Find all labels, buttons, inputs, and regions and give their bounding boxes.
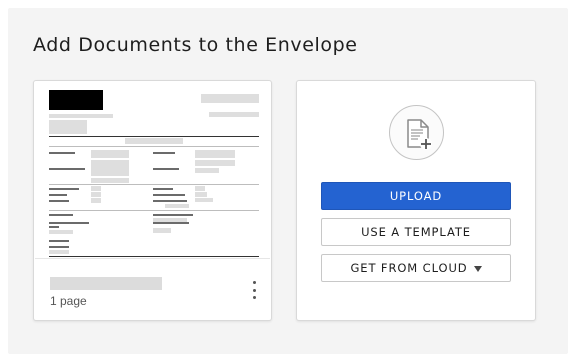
thumb-logo-block — [49, 90, 103, 110]
thumb-label — [153, 214, 193, 216]
thumb-section-block — [125, 138, 183, 144]
thumb-field — [195, 168, 219, 173]
use-template-button-label: USE A TEMPLATE — [361, 225, 471, 239]
thumb-label — [49, 194, 67, 196]
thumb-label — [49, 168, 85, 170]
document-name-placeholder — [50, 277, 162, 290]
thumb-field — [195, 150, 235, 158]
thumb-rule — [49, 136, 259, 137]
thumb-field — [165, 204, 189, 208]
thumb-label — [153, 200, 187, 202]
thumb-field — [49, 230, 73, 234]
thumb-field — [195, 198, 213, 202]
thumb-label — [49, 214, 73, 216]
thumb-label — [49, 246, 69, 248]
thumb-rule — [49, 256, 259, 257]
thumb-label — [49, 222, 89, 224]
thumb-field — [91, 192, 101, 197]
thumb-field — [91, 198, 101, 203]
caret-down-icon — [473, 265, 482, 272]
thumb-header-block — [49, 114, 113, 118]
thumb-label — [153, 152, 175, 154]
thumb-field — [49, 250, 69, 254]
upload-button-label: UPLOAD — [389, 189, 443, 203]
thumb-field — [91, 150, 129, 158]
upload-button[interactable]: UPLOAD — [321, 182, 511, 210]
thumb-label — [153, 188, 173, 190]
thumb-field — [195, 192, 207, 197]
thumb-label — [153, 194, 185, 196]
add-documents-panel: Add Documents to the Envelope 1 page UPL… — [8, 8, 568, 354]
thumb-rule — [49, 184, 259, 185]
use-template-button[interactable]: USE A TEMPLATE — [321, 218, 511, 246]
thumb-field — [153, 228, 171, 233]
thumb-label — [49, 200, 69, 202]
thumb-label — [49, 188, 79, 190]
upload-options-card: UPLOAD USE A TEMPLATE GET FROM CLOUD — [296, 80, 536, 321]
document-thumbnail[interactable] — [35, 82, 270, 259]
document-add-icon — [389, 105, 444, 160]
thumb-label — [49, 152, 75, 154]
thumb-label — [49, 240, 69, 242]
get-from-cloud-button[interactable]: GET FROM CLOUD — [321, 254, 511, 282]
thumb-field — [195, 186, 205, 191]
panel-title: Add Documents to the Envelope — [33, 34, 358, 56]
get-from-cloud-button-label: GET FROM CLOUD — [350, 261, 468, 275]
thumb-field — [91, 166, 129, 176]
thumb-rule — [49, 146, 259, 147]
thumb-header-block — [201, 94, 259, 103]
thumb-label — [49, 226, 59, 228]
thumb-header-block — [209, 112, 259, 117]
thumb-label — [153, 168, 179, 170]
thumb-field — [195, 160, 235, 166]
thumb-field — [91, 178, 129, 183]
thumb-rule — [49, 210, 259, 211]
page-count: 1 page — [50, 294, 87, 308]
document-card[interactable]: 1 page — [33, 80, 272, 321]
thumb-field — [91, 186, 101, 191]
thumb-label — [153, 222, 189, 224]
more-vertical-icon[interactable] — [247, 281, 261, 299]
thumb-header-block — [49, 120, 87, 134]
